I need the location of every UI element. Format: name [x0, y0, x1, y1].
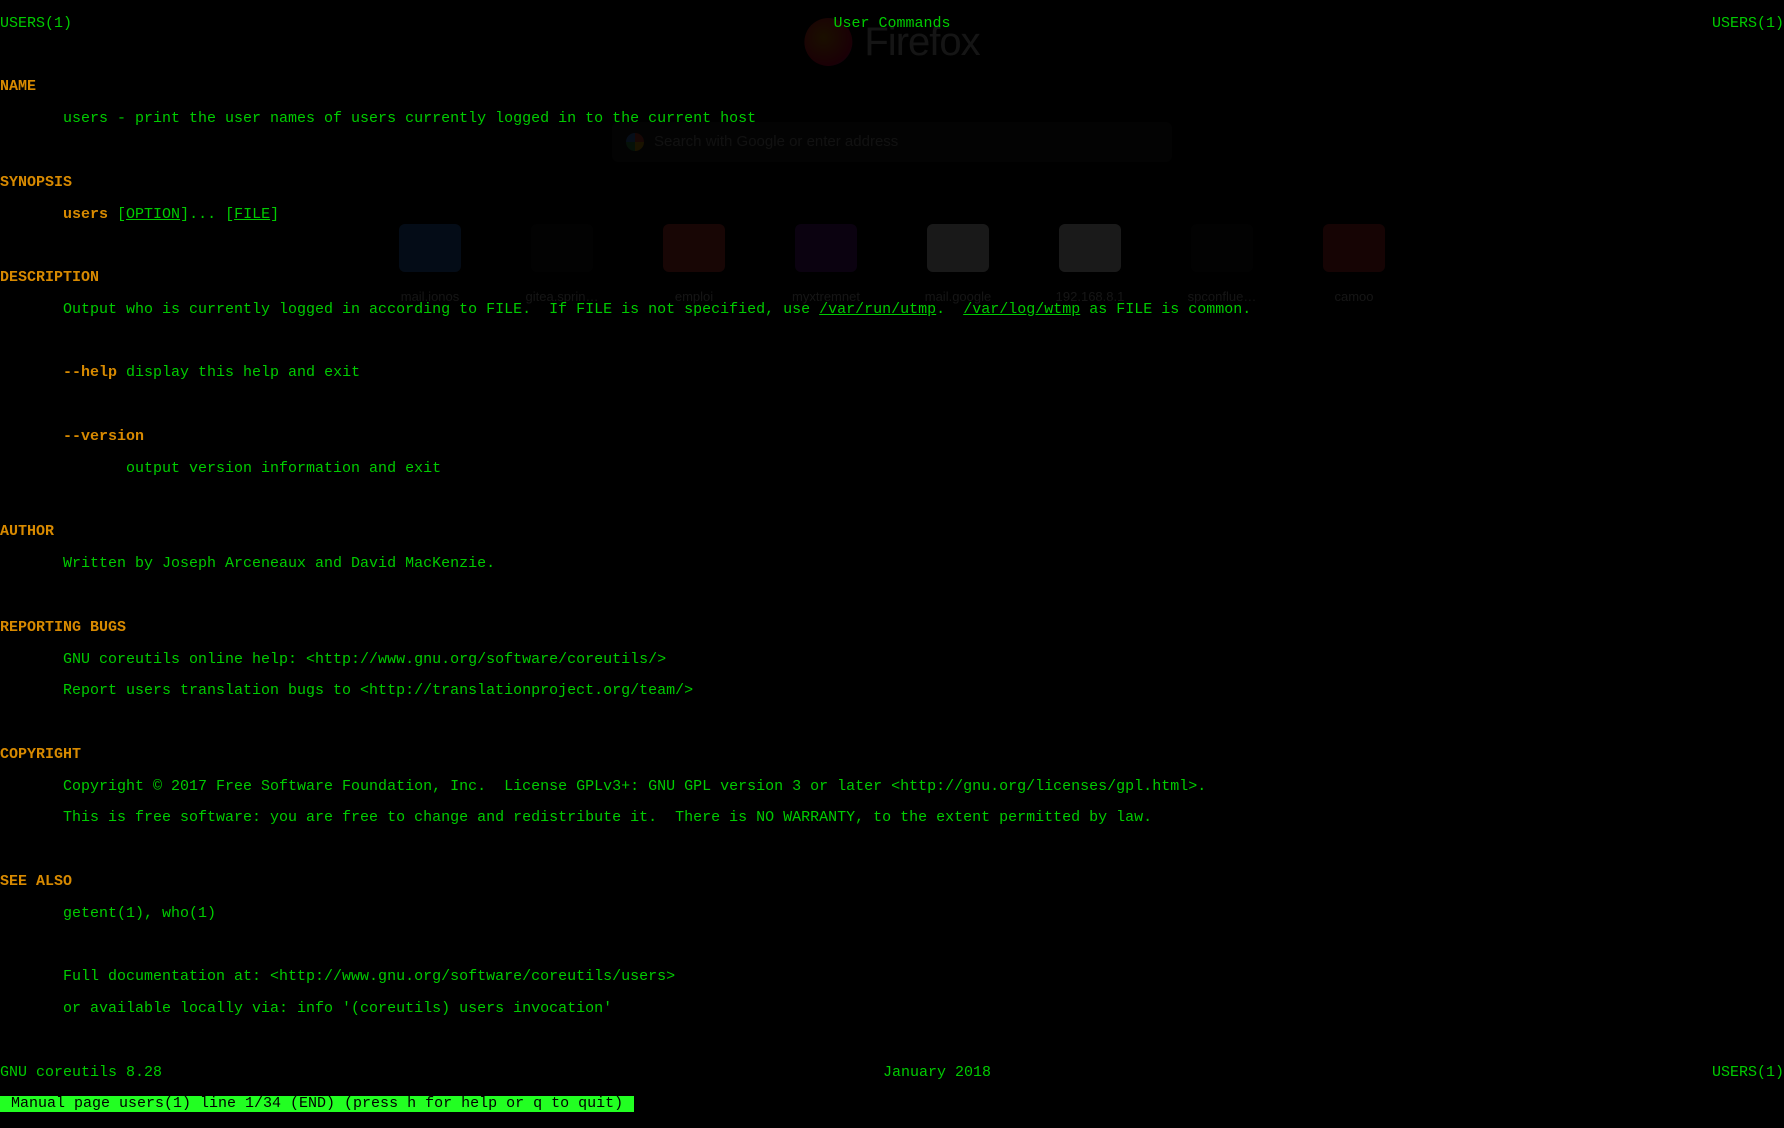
- man-prompt[interactable]: Manual page users(1) line 1/34 (END) (pr…: [0, 1096, 634, 1112]
- author-text: Written by Joseph Arceneaux and David Ma…: [0, 556, 1784, 572]
- version-option-line: --version: [0, 429, 1784, 445]
- section-description: DESCRIPTION: [0, 270, 1784, 286]
- man-page-terminal[interactable]: USERS(1) User Commands USERS(1) NAME users…: [0, 0, 1784, 1128]
- version-option-desc: output version information and exit: [0, 461, 1784, 477]
- blank-line: [0, 1033, 1784, 1049]
- blank-line: [0, 334, 1784, 350]
- section-see-also: SEE ALSO: [0, 874, 1784, 890]
- blank-line: [0, 143, 1784, 159]
- copyright-text-1: Copyright © 2017 Free Software Foundatio…: [0, 779, 1784, 795]
- man-footer-center: January 2018: [883, 1065, 991, 1081]
- man-footer-left: GNU coreutils 8.28: [0, 1065, 162, 1081]
- section-synopsis: SYNOPSIS: [0, 175, 1784, 191]
- section-name: NAME: [0, 79, 1784, 95]
- blank-line: [0, 938, 1784, 954]
- man-prompt-line[interactable]: Manual page users(1) line 1/34 (END) (pr…: [0, 1096, 1784, 1112]
- blank-line: [0, 715, 1784, 731]
- blank-line: [0, 238, 1784, 254]
- man-footer-right: USERS(1): [1712, 1065, 1784, 1081]
- description-text: Output who is currently logged in accord…: [0, 302, 1784, 318]
- man-header-right: USERS(1): [1712, 16, 1784, 32]
- bugs-text-2: Report users translation bugs to <http:/…: [0, 683, 1784, 699]
- seealso-text-2: Full documentation at: <http://www.gnu.o…: [0, 969, 1784, 985]
- seealso-text-1: getent(1), who(1): [0, 906, 1784, 922]
- synopsis-text: users [OPTION]... [FILE]: [0, 207, 1784, 223]
- section-copyright: COPYRIGHT: [0, 747, 1784, 763]
- man-header-row: USERS(1) User Commands USERS(1): [0, 16, 1784, 32]
- section-author: AUTHOR: [0, 524, 1784, 540]
- blank-line: [0, 493, 1784, 509]
- man-header-left: USERS(1): [0, 16, 72, 32]
- seealso-text-3: or available locally via: info '(coreuti…: [0, 1001, 1784, 1017]
- blank-line: [0, 842, 1784, 858]
- blank-line: [0, 48, 1784, 64]
- name-text: users - print the user names of users cu…: [0, 111, 1784, 127]
- man-header-center: User Commands: [833, 16, 950, 32]
- bugs-text-1: GNU coreutils online help: <http://www.g…: [0, 652, 1784, 668]
- copyright-text-2: This is free software: you are free to c…: [0, 810, 1784, 826]
- man-footer-row: GNU coreutils 8.28 January 2018 USERS(1): [0, 1065, 1784, 1081]
- section-reporting-bugs: REPORTING BUGS: [0, 620, 1784, 636]
- blank-line: [0, 397, 1784, 413]
- blank-line: [0, 588, 1784, 604]
- help-option-line: --help display this help and exit: [0, 365, 1784, 381]
